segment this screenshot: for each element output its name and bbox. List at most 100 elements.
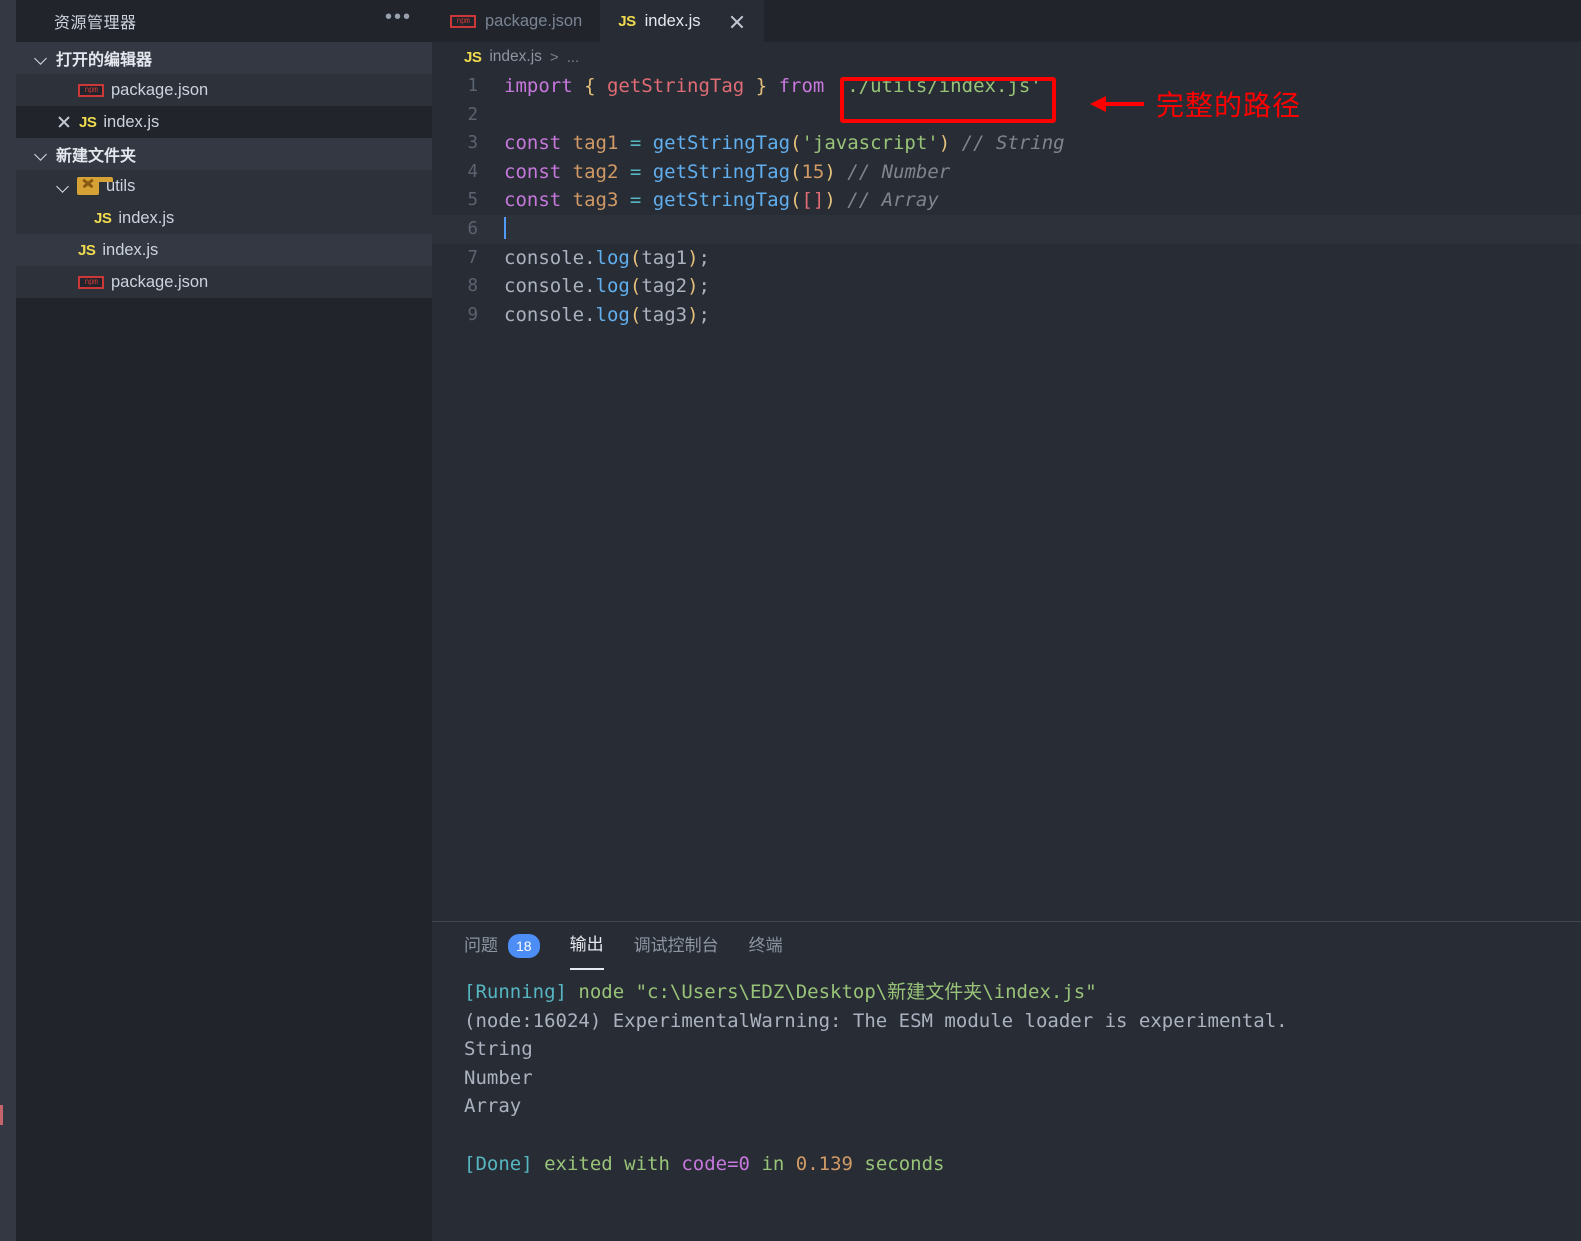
tree-row-label: index.js bbox=[118, 209, 174, 228]
code-token: tag3 bbox=[573, 189, 619, 211]
tree-row-label: index.js bbox=[102, 241, 158, 260]
line-number: 6 bbox=[432, 215, 504, 244]
panel-tab[interactable]: 输出 bbox=[570, 922, 604, 970]
status-badge: 18 bbox=[508, 934, 540, 958]
code-token: 15 bbox=[801, 161, 824, 183]
code-line-text[interactable]: console.log(tag2); bbox=[504, 272, 710, 301]
output-line: [Running] node "c:\Users\EDZ\Desktop\新建文… bbox=[464, 978, 1581, 1007]
explorer-section-label: 打开的编辑器 bbox=[56, 46, 152, 70]
output-line: Array bbox=[464, 1092, 1581, 1121]
code-line[interactable]: 7console.log(tag1); bbox=[432, 244, 1581, 273]
editor-tab[interactable]: npmpackage.json bbox=[432, 0, 600, 42]
output-line: (node:16024) ExperimentalWarning: The ES… bbox=[464, 1007, 1581, 1036]
code-editor[interactable]: 1import { getStringTag } from './utils/i… bbox=[432, 72, 1581, 921]
tree-row[interactable]: JSindex.js bbox=[16, 106, 432, 138]
chevron-down-icon[interactable] bbox=[56, 179, 70, 193]
code-token bbox=[767, 75, 778, 97]
code-token: tag2 bbox=[573, 161, 619, 183]
chevron-down-icon[interactable] bbox=[34, 147, 48, 161]
code-token: = bbox=[618, 132, 652, 154]
code-token: // Array bbox=[847, 189, 939, 211]
code-line[interactable]: 3const tag1 = getStringTag('javascript')… bbox=[432, 129, 1581, 158]
code-line[interactable]: 5const tag3 = getStringTag([]) // Array bbox=[432, 186, 1581, 215]
close-icon[interactable] bbox=[56, 114, 72, 130]
more-actions-icon[interactable]: ••• bbox=[385, 13, 412, 29]
explorer-title: 资源管理器 bbox=[54, 9, 137, 33]
panel-tab-bar: 问题 18 输出调试控制台终端 bbox=[432, 922, 1581, 970]
panel-tab[interactable]: 问题 18 bbox=[464, 922, 540, 970]
code-token: getStringTag bbox=[653, 161, 790, 183]
js-icon: JS bbox=[618, 13, 635, 30]
code-token: ( bbox=[790, 132, 801, 154]
annotation-text: 完整的路径 bbox=[1156, 84, 1301, 124]
code-token: ( bbox=[630, 304, 641, 326]
code-line[interactable]: 9console.log(tag3); bbox=[432, 301, 1581, 330]
code-token: { bbox=[584, 75, 607, 97]
code-token: ; bbox=[699, 275, 710, 297]
breadcrumb[interactable]: JS index.js > ... bbox=[432, 42, 1581, 72]
explorer-section-label: 新建文件夹 bbox=[56, 142, 136, 166]
output-console[interactable]: [Running] node "c:\Users\EDZ\Desktop\新建文… bbox=[432, 970, 1581, 1241]
code-line[interactable]: 8console.log(tag2); bbox=[432, 272, 1581, 301]
explorer-section-header[interactable]: 新建文件夹 bbox=[16, 138, 432, 170]
panel-tab[interactable]: 终端 bbox=[749, 922, 783, 970]
code-line-text[interactable]: import { getStringTag } from './utils/in… bbox=[504, 72, 1042, 101]
close-icon[interactable] bbox=[728, 13, 746, 31]
panel-tab[interactable]: 调试控制台 bbox=[634, 922, 719, 970]
code-token: const bbox=[504, 132, 573, 154]
line-number: 5 bbox=[432, 186, 504, 215]
code-token: ( bbox=[790, 161, 801, 183]
code-line-text[interactable]: const tag2 = getStringTag(15) // Number bbox=[504, 158, 950, 187]
output-segment: in bbox=[750, 1153, 796, 1175]
code-token: ) bbox=[687, 275, 698, 297]
code-token: ( bbox=[630, 275, 641, 297]
code-token: log bbox=[596, 275, 630, 297]
tree-row[interactable]: npmpackage.json bbox=[16, 74, 432, 106]
text-cursor bbox=[504, 217, 506, 239]
output-segment: exited with bbox=[533, 1153, 682, 1175]
editor-tab[interactable]: JSindex.js bbox=[600, 0, 763, 42]
breadcrumb-file[interactable]: index.js bbox=[489, 48, 542, 66]
code-line[interactable]: 2 bbox=[432, 101, 1581, 130]
code-line[interactable]: 4const tag2 = getStringTag(15) // Number bbox=[432, 158, 1581, 187]
output-line: [Done] exited with code=0 in 0.139 secon… bbox=[464, 1150, 1581, 1179]
code-lines[interactable]: 1import { getStringTag } from './utils/i… bbox=[432, 72, 1581, 329]
tree-row[interactable]: JS index.js bbox=[16, 234, 432, 266]
code-token: './utils/index.js' bbox=[836, 75, 1042, 97]
code-line[interactable]: 6 bbox=[432, 215, 1581, 244]
code-token: console bbox=[504, 304, 584, 326]
js-icon: JS bbox=[78, 242, 95, 259]
code-token: = bbox=[618, 189, 652, 211]
code-token: . bbox=[584, 304, 595, 326]
js-icon: JS bbox=[464, 49, 481, 66]
chevron-down-icon[interactable] bbox=[34, 51, 48, 65]
code-token: getStringTag bbox=[607, 75, 744, 97]
editor-area: npmpackage.jsonJSindex.js JS index.js > … bbox=[432, 0, 1581, 1241]
tree-row[interactable]: npmpackage.json bbox=[16, 266, 432, 298]
code-token bbox=[836, 161, 847, 183]
editor-tab-label: package.json bbox=[485, 12, 582, 31]
code-line-text[interactable] bbox=[504, 215, 506, 244]
code-token: from bbox=[779, 75, 836, 97]
code-token: // Number bbox=[847, 161, 950, 183]
breadcrumb-ellipsis[interactable]: ... bbox=[567, 49, 580, 66]
line-number: 2 bbox=[432, 101, 504, 130]
code-line-text[interactable]: console.log(tag1); bbox=[504, 244, 710, 273]
tree-row[interactable]: JSindex.js bbox=[16, 202, 432, 234]
activity-bar[interactable] bbox=[0, 0, 16, 1241]
tree-row-label: package.json bbox=[111, 81, 208, 100]
panel-tab-label: 问题 bbox=[464, 922, 498, 970]
code-line-text[interactable]: const tag3 = getStringTag([]) // Array bbox=[504, 186, 939, 215]
tree-row[interactable]: utils bbox=[16, 170, 432, 202]
output-segment bbox=[464, 1124, 475, 1146]
code-line[interactable]: 1import { getStringTag } from './utils/i… bbox=[432, 72, 1581, 101]
code-token: = bbox=[618, 161, 652, 183]
code-token: tag1 bbox=[641, 247, 687, 269]
explorer-header: 资源管理器 ••• bbox=[16, 0, 432, 42]
annotation-callout: 完整的路径 bbox=[1090, 84, 1301, 124]
line-number: 3 bbox=[432, 129, 504, 158]
code-line-text[interactable]: const tag1 = getStringTag('javascript') … bbox=[504, 129, 1065, 158]
explorer-section-header[interactable]: 打开的编辑器 bbox=[16, 42, 432, 74]
code-line-text[interactable]: console.log(tag3); bbox=[504, 301, 710, 330]
line-number: 1 bbox=[432, 72, 504, 101]
